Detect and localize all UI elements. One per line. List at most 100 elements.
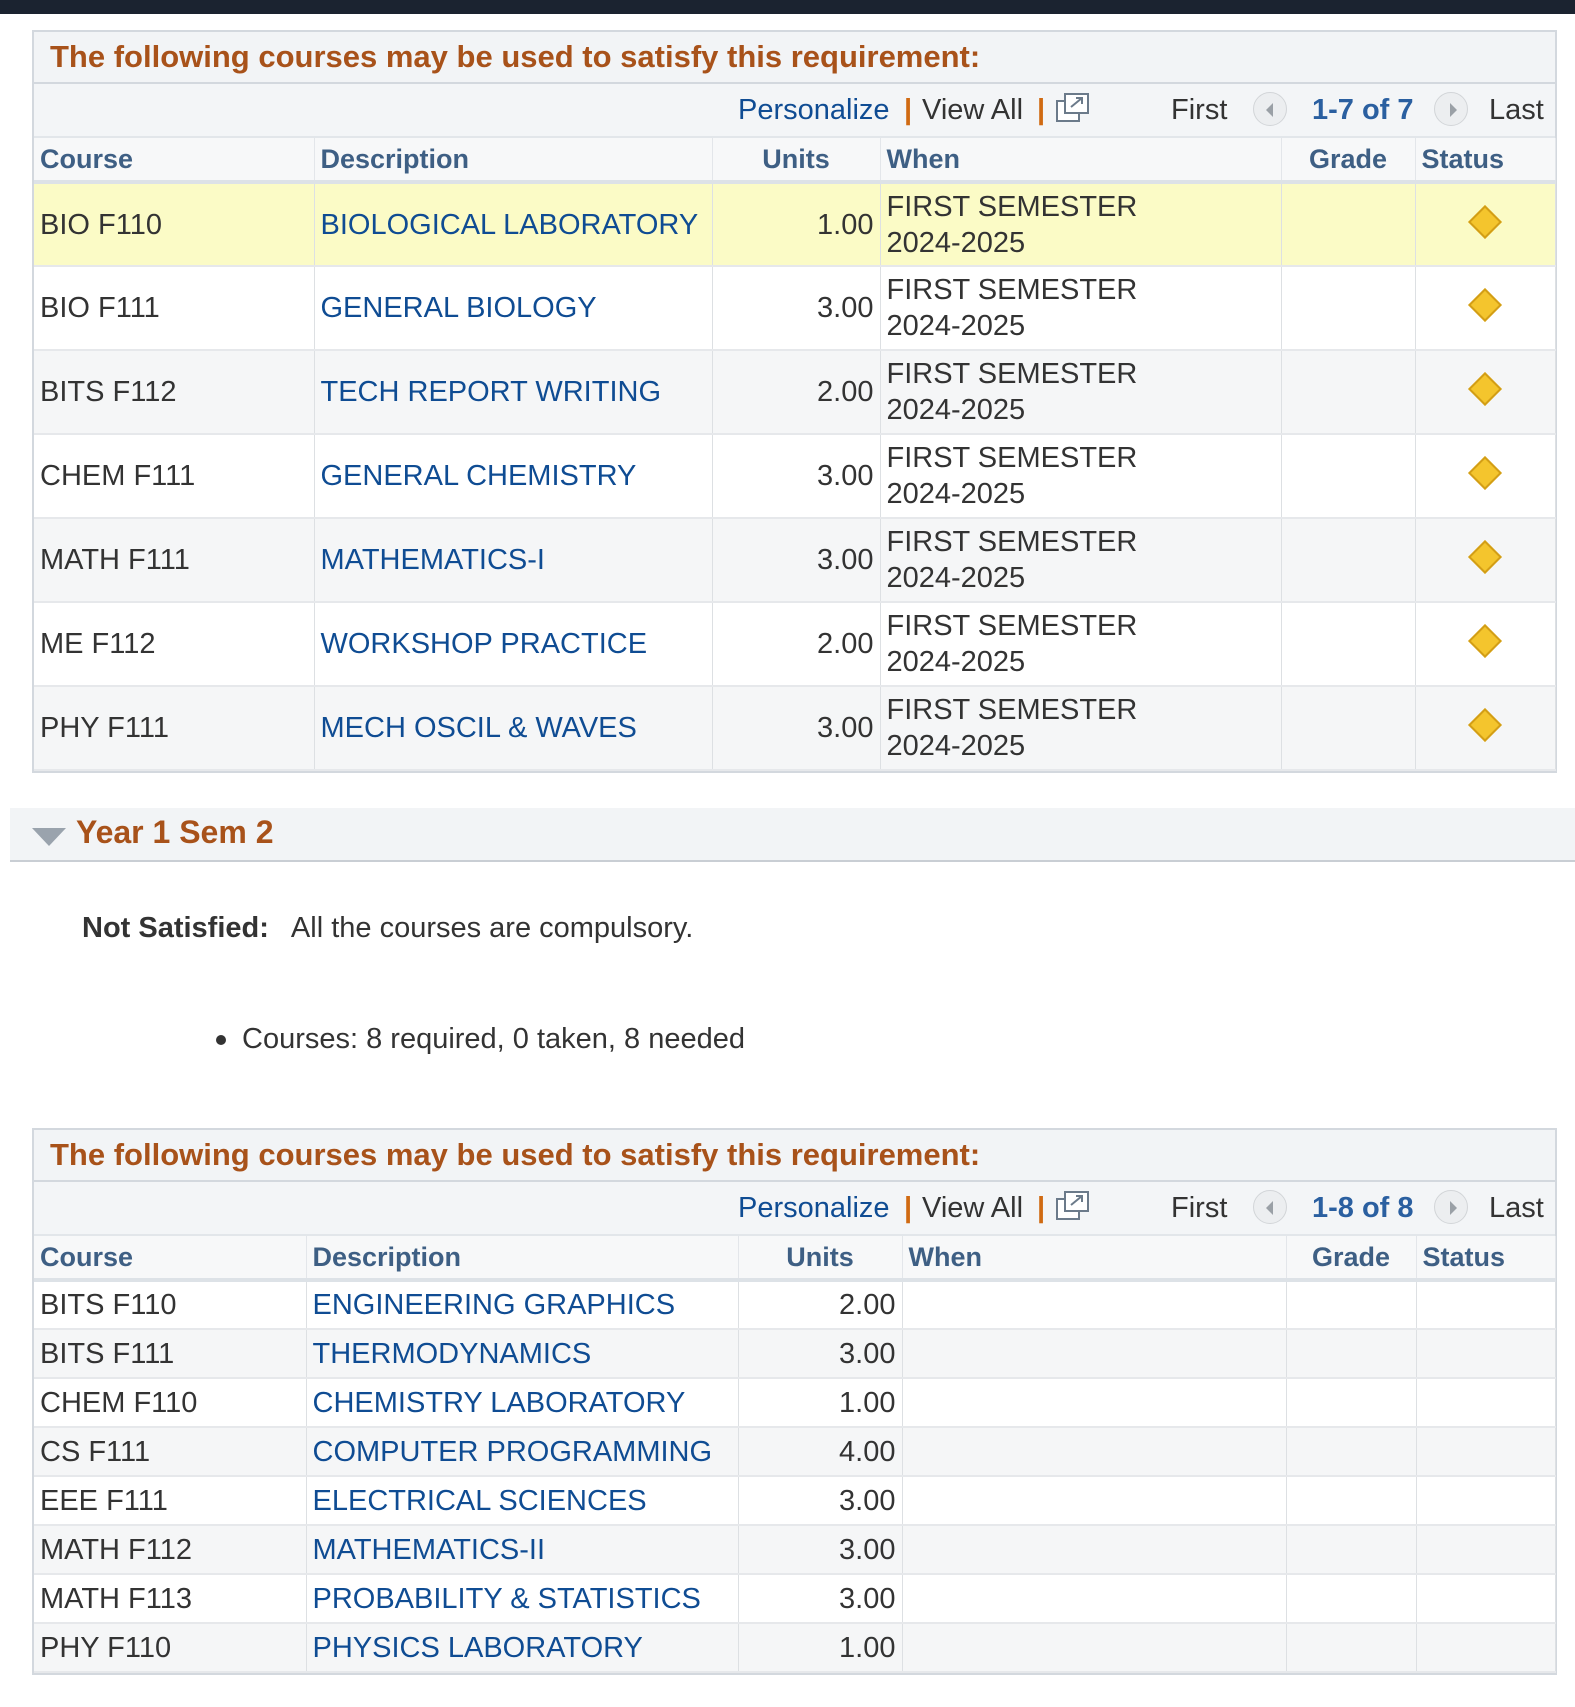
arrow-right-icon[interactable]	[1434, 1190, 1468, 1224]
when-year: 2024-2025	[886, 730, 1026, 762]
when-cell	[902, 1574, 1287, 1624]
when-cell: FIRST SEMESTER 2024-2025	[880, 518, 1282, 603]
status-cell	[1416, 1427, 1556, 1477]
status-text: All the courses are compulsory.	[290, 912, 694, 944]
units-cell: 3.00	[712, 266, 881, 351]
popout-window-icon[interactable]	[1056, 1190, 1090, 1222]
status-cell	[1416, 1280, 1556, 1330]
course-cell: BIO F111	[34, 266, 315, 351]
description-link[interactable]: PHYSICS LABORATORY	[306, 1623, 739, 1673]
col-grade[interactable]: Grade	[1281, 138, 1416, 184]
arrow-left-icon[interactable]	[1253, 92, 1287, 126]
last-link[interactable]: Last	[1489, 94, 1544, 127]
table-row: BIO F111 GENERAL BIOLOGY 3.00 FIRST SEMESTE…	[34, 266, 1556, 351]
description-link[interactable]: CHEMISTRY LABORATORY	[306, 1378, 739, 1428]
units-cell: 3.00	[738, 1476, 903, 1526]
col-course[interactable]: Course	[34, 1236, 307, 1282]
status-cell	[1416, 1378, 1556, 1428]
when-year: 2024-2025	[886, 310, 1026, 342]
col-status[interactable]: Status	[1415, 138, 1556, 184]
view-all-link[interactable]: View All	[922, 94, 1023, 127]
status-cell	[1415, 434, 1556, 519]
course-grid-2: The following courses may be used to sat…	[32, 1128, 1557, 1675]
section-header[interactable]: Year 1 Sem 2	[10, 808, 1575, 862]
course-cell: MATH F112	[34, 1525, 307, 1575]
description-link[interactable]: COMPUTER PROGRAMMING	[306, 1427, 739, 1477]
col-units[interactable]: Units	[712, 138, 881, 184]
description-link[interactable]: THERMODYNAMICS	[306, 1329, 739, 1379]
in-progress-diamond-icon	[1468, 204, 1502, 239]
grade-cell	[1286, 1280, 1417, 1330]
description-link[interactable]: GENERAL CHEMISTRY	[314, 434, 713, 519]
units-cell: 3.00	[712, 518, 881, 603]
col-description[interactable]: Description	[314, 138, 713, 184]
when-cell: FIRST SEMESTER 2024-2025	[880, 182, 1282, 267]
description-link[interactable]: MATHEMATICS-II	[306, 1525, 739, 1575]
description-link[interactable]: MECH OSCIL & WAVES	[314, 686, 713, 771]
in-progress-diamond-icon	[1468, 456, 1502, 490]
view-all-link[interactable]: View All	[922, 1192, 1023, 1225]
nav-separator: |	[1037, 1192, 1046, 1224]
description-link[interactable]: TECH REPORT WRITING	[314, 350, 713, 435]
first-link[interactable]: First	[1171, 1192, 1227, 1225]
grade-cell	[1281, 182, 1416, 267]
grade-cell	[1286, 1574, 1417, 1624]
section-title: Year 1 Sem 2	[76, 814, 274, 850]
table-row: EEE F111 ELECTRICAL SCIENCES 3.00	[34, 1476, 1556, 1526]
description-link[interactable]: PROBABILITY & STATISTICS	[306, 1574, 739, 1624]
grid-navigation: Personalize | View All | First 1-8 of 8 …	[34, 1182, 1555, 1236]
grid-title: The following courses may be used to sat…	[34, 32, 1555, 84]
col-when[interactable]: When	[880, 138, 1282, 184]
status-cell	[1415, 518, 1556, 603]
description-link[interactable]: ELECTRICAL SCIENCES	[306, 1476, 739, 1526]
description-link[interactable]: BIOLOGICAL LABORATORY	[314, 182, 713, 267]
units-cell: 2.00	[712, 602, 881, 687]
col-description[interactable]: Description	[306, 1236, 739, 1282]
arrow-left-icon[interactable]	[1253, 1190, 1287, 1224]
course-cell: MATH F113	[34, 1574, 307, 1624]
grade-cell	[1281, 266, 1416, 351]
course-cell: EEE F111	[34, 1476, 307, 1526]
when-year: 2024-2025	[886, 226, 1026, 259]
last-link[interactable]: Last	[1489, 1192, 1544, 1225]
nav-separator: |	[904, 94, 913, 126]
when-term: FIRST SEMESTER	[886, 358, 1138, 390]
status-cell	[1415, 182, 1556, 267]
table-row: BITS F112 TECH REPORT WRITING 2.00 FIRST SE…	[34, 350, 1556, 435]
description-link[interactable]: MATHEMATICS-I	[314, 518, 713, 603]
description-link[interactable]: WORKSHOP PRACTICE	[314, 602, 713, 687]
col-status[interactable]: Status	[1416, 1236, 1556, 1282]
grade-cell	[1286, 1427, 1417, 1477]
table-header-row: Course Description Units When Grade Stat…	[34, 1236, 1556, 1282]
status-cell	[1415, 266, 1556, 351]
col-grade[interactable]: Grade	[1286, 1236, 1417, 1282]
personalize-link[interactable]: Personalize	[738, 1192, 890, 1225]
in-progress-diamond-icon	[1468, 708, 1502, 742]
when-term: FIRST SEMESTER	[886, 442, 1138, 474]
description-link[interactable]: ENGINEERING GRAPHICS	[306, 1280, 739, 1330]
col-course[interactable]: Course	[34, 138, 315, 184]
top-bar	[0, 0, 1575, 14]
when-cell	[902, 1378, 1287, 1428]
col-units[interactable]: Units	[738, 1236, 903, 1282]
when-year: 2024-2025	[886, 478, 1026, 510]
status-cell	[1415, 602, 1556, 687]
when-year: 2024-2025	[886, 562, 1026, 594]
when-cell	[902, 1280, 1287, 1330]
triangle-down-icon[interactable]	[32, 828, 66, 851]
table-row: MATH F111 MATHEMATICS-I 3.00 FIRST SEMESTER…	[34, 518, 1556, 603]
units-cell: 2.00	[712, 350, 881, 435]
course-cell: CS F111	[34, 1427, 307, 1477]
first-link[interactable]: First	[1171, 94, 1227, 127]
units-cell: 3.00	[738, 1525, 903, 1575]
course-cell: MATH F111	[34, 518, 315, 603]
when-cell	[902, 1427, 1287, 1477]
units-cell: 3.00	[712, 686, 881, 771]
popout-window-icon[interactable]	[1056, 92, 1090, 124]
personalize-link[interactable]: Personalize	[738, 94, 890, 127]
arrow-right-icon[interactable]	[1434, 92, 1468, 126]
grade-cell	[1281, 602, 1416, 687]
description-link[interactable]: GENERAL BIOLOGY	[314, 266, 713, 351]
col-when[interactable]: When	[902, 1236, 1287, 1282]
status-cell	[1416, 1574, 1556, 1624]
